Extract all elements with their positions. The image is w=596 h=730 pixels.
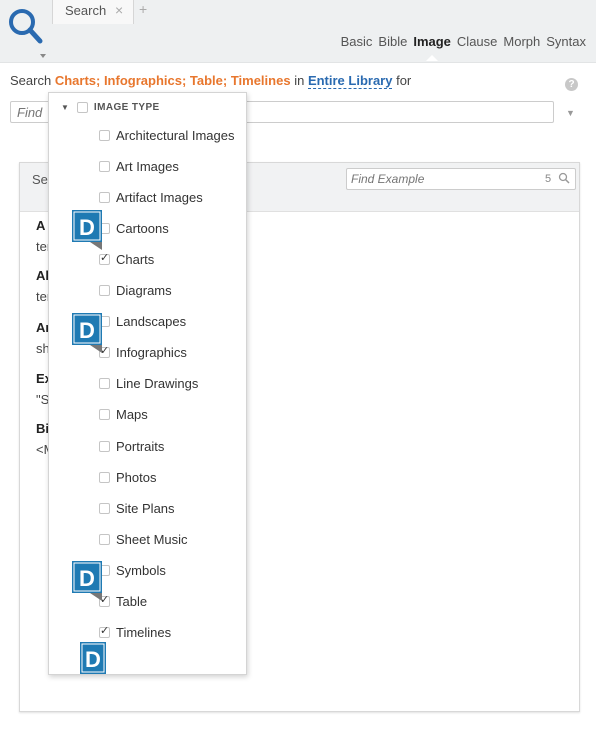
option-checkbox[interactable] xyxy=(99,191,110,203)
search-description: Search Charts; Infographics; Table; Time… xyxy=(10,73,412,89)
option-label: Line Drawings xyxy=(116,376,199,392)
option-label: Cartoons xyxy=(116,220,169,236)
mode-morph[interactable]: Morph xyxy=(503,34,540,49)
mode-clause[interactable]: Clause xyxy=(457,34,497,49)
image-type-selector[interactable]: Charts; Infographics; Table; Timelines xyxy=(55,73,291,88)
image-type-option[interactable]: Artifact Images xyxy=(99,188,203,206)
image-type-option[interactable]: Site Plans xyxy=(99,499,175,517)
option-checkbox[interactable] xyxy=(99,624,110,639)
option-label: Portraits xyxy=(116,438,165,454)
image-type-option[interactable]: Line Drawings xyxy=(99,375,198,393)
image-type-option[interactable]: Architectural Images xyxy=(99,126,235,144)
option-checkbox[interactable] xyxy=(99,378,110,390)
option-checkbox[interactable] xyxy=(99,251,110,265)
option-checkbox[interactable] xyxy=(99,409,110,421)
tab-label: Search xyxy=(65,3,107,18)
image-type-all-checkbox[interactable] xyxy=(76,102,88,113)
image-type-header[interactable]: ▼ IMAGE TYPE xyxy=(61,102,160,113)
in-word: in xyxy=(294,73,305,88)
image-type-option[interactable]: Portraits xyxy=(99,437,164,455)
svg-text:D: D xyxy=(79,215,95,240)
image-type-option[interactable]: Sheet Music xyxy=(99,530,188,548)
tab-close-icon[interactable]: × xyxy=(115,2,123,18)
option-label: Architectural Images xyxy=(116,127,235,143)
tab-search[interactable]: Search × xyxy=(52,0,134,24)
d-logo-icon: D xyxy=(72,561,102,601)
option-checkbox[interactable] xyxy=(99,502,110,514)
d-logo-icon: D xyxy=(80,642,106,674)
search-modes: Basic Bible Image Clause Morph Syntax xyxy=(341,34,586,61)
collapse-caret-icon[interactable]: ▼ xyxy=(61,103,69,112)
mode-bible[interactable]: Bible xyxy=(378,34,407,49)
option-label: Charts xyxy=(116,251,155,267)
option-label: Landscapes xyxy=(116,314,187,330)
image-type-option[interactable]: Diagrams xyxy=(99,282,172,300)
option-label: Site Plans xyxy=(116,500,175,516)
find-example-count: 5 xyxy=(545,173,552,185)
d-logo-icon: D xyxy=(72,210,102,250)
option-label: Photos xyxy=(116,469,157,485)
image-type-option[interactable]: Infographics xyxy=(99,344,187,362)
option-checkbox[interactable] xyxy=(99,533,110,545)
find-dropdown-icon[interactable]: ▼ xyxy=(566,108,575,118)
top-bar: Search × + Basic Bible Image Clause Morp… xyxy=(0,0,596,63)
mode-image[interactable]: Image xyxy=(413,34,451,61)
find-example-search-icon[interactable] xyxy=(558,172,570,184)
mode-basic[interactable]: Basic xyxy=(341,34,373,49)
image-type-option[interactable]: Maps xyxy=(99,406,148,424)
option-label: Table xyxy=(116,594,148,609)
add-tab-icon[interactable]: + xyxy=(139,1,147,17)
svg-text:D: D xyxy=(85,647,101,672)
image-type-option[interactable]: Symbols xyxy=(99,561,166,579)
option-checkbox[interactable] xyxy=(99,129,110,141)
option-label: Timelines xyxy=(116,625,172,641)
scope-selector[interactable]: Entire Library xyxy=(307,73,393,89)
option-checkbox[interactable] xyxy=(99,440,110,452)
image-type-option[interactable]: Charts xyxy=(99,250,154,268)
image-type-header-label: IMAGE TYPE xyxy=(93,102,160,113)
svg-text:D: D xyxy=(79,566,95,591)
mode-syntax[interactable]: Syntax xyxy=(546,34,586,49)
image-type-option[interactable]: Landscapes xyxy=(99,313,186,331)
image-type-option[interactable]: Art Images xyxy=(99,157,179,175)
magnifier-icon xyxy=(9,9,46,58)
search-prefix: Search xyxy=(10,73,52,88)
option-label: Artifact Images xyxy=(116,189,203,205)
option-label: Diagrams xyxy=(116,283,172,298)
option-label: Symbols xyxy=(116,562,166,578)
option-label: Infographics xyxy=(116,345,187,361)
option-label: Art Images xyxy=(116,158,179,174)
option-label: Maps xyxy=(116,407,148,423)
find-example-input[interactable] xyxy=(346,168,576,190)
option-checkbox[interactable] xyxy=(99,285,110,296)
option-checkbox[interactable] xyxy=(99,160,110,172)
option-checkbox[interactable] xyxy=(99,471,110,483)
image-type-option[interactable]: Photos xyxy=(99,468,156,486)
option-label: Sheet Music xyxy=(116,531,188,547)
search-panel-icon[interactable] xyxy=(6,4,46,60)
d-logo-icon: D xyxy=(72,313,102,353)
svg-text:D: D xyxy=(79,318,95,343)
image-type-option[interactable]: Cartoons xyxy=(99,219,169,237)
for-word: for xyxy=(396,73,412,88)
help-icon[interactable]: ? xyxy=(565,78,578,91)
